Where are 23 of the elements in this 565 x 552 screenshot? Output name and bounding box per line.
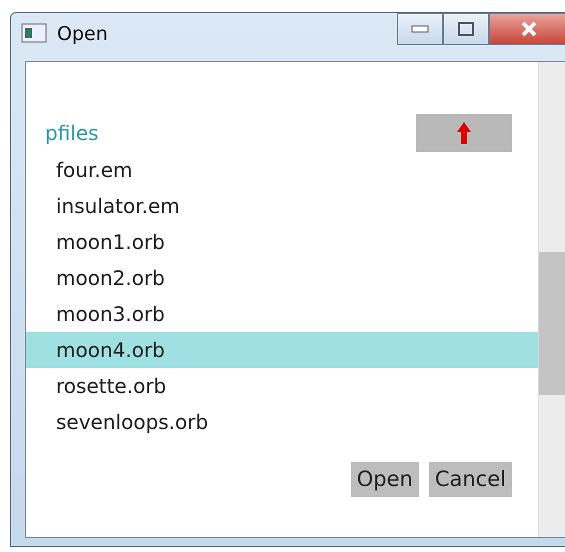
open-button[interactable]: Open xyxy=(350,462,419,497)
window-title: Open xyxy=(57,23,108,45)
minimize-icon xyxy=(411,25,429,33)
maximize-icon xyxy=(458,22,474,36)
close-button[interactable] xyxy=(489,13,565,45)
file-item[interactable]: moon2.orb xyxy=(26,260,538,296)
scrollbar-thumb[interactable] xyxy=(539,252,565,395)
app-icon xyxy=(21,23,47,43)
scrollbar[interactable] xyxy=(538,62,565,537)
file-item[interactable]: moon4.orb xyxy=(26,332,538,368)
file-item[interactable]: insulator.em xyxy=(26,188,538,224)
minimize-button[interactable] xyxy=(397,13,443,45)
folder-name: pfiles xyxy=(45,120,99,147)
up-arrow-icon xyxy=(457,122,471,144)
maximize-button[interactable] xyxy=(443,13,489,45)
file-item[interactable]: rosette.orb xyxy=(26,368,538,404)
file-item[interactable]: moon1.orb xyxy=(26,224,538,260)
up-folder-button[interactable] xyxy=(416,114,512,152)
file-item[interactable]: moon3.orb xyxy=(26,296,538,332)
file-item[interactable]: four.em xyxy=(26,152,538,188)
cancel-button[interactable]: Cancel xyxy=(428,462,512,497)
close-icon xyxy=(520,21,538,37)
file-item[interactable]: sevenloops.orb xyxy=(26,404,538,440)
